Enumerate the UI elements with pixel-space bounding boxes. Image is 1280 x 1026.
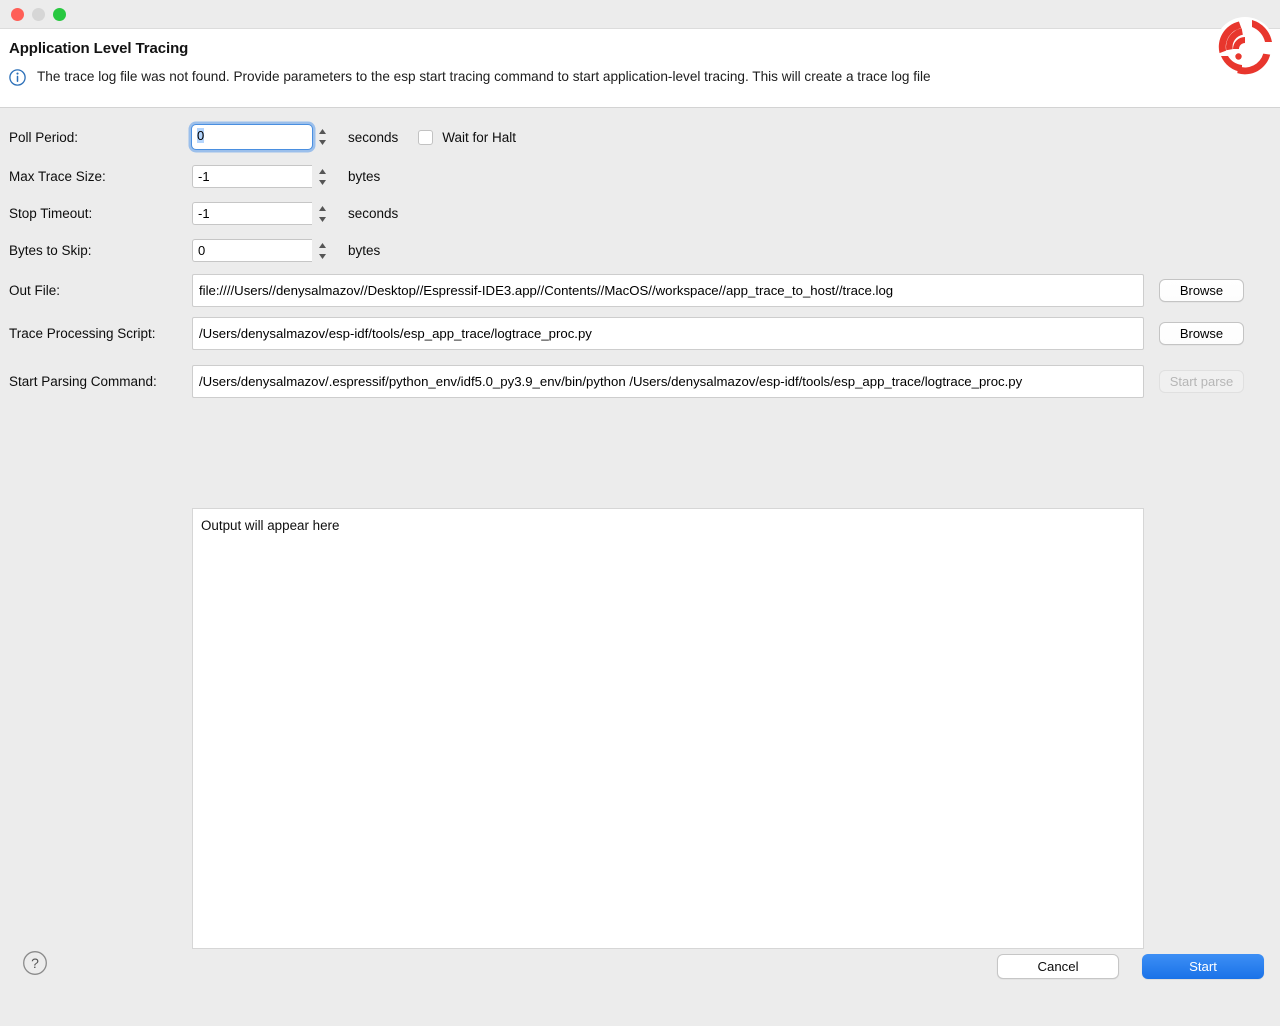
dialog-header: Application Level Tracing The trace log … [0,17,1280,108]
espressif-logo [1214,16,1276,78]
output-console-text: Output will appear here [201,518,340,533]
bytes-to-skip-spinner[interactable]: 0 [192,239,330,262]
out-file-input[interactable]: file:////Users//denysalmazov//Desktop//E… [192,274,1144,307]
wait-for-halt-checkbox-wrap[interactable]: Wait for Halt [418,129,517,145]
cancel-button[interactable]: Cancel [997,954,1119,979]
poll-period-unit: seconds [348,129,399,145]
stop-timeout-spinner[interactable]: -1 [192,202,330,225]
svg-text:?: ? [31,955,39,971]
info-circle-icon [9,69,26,86]
max-trace-size-stepper[interactable] [315,165,330,188]
header-message-row: The trace log file was not found. Provid… [9,67,1280,86]
trace-processing-script-label: Trace Processing Script: [9,326,156,341]
window-titlebar [0,0,1280,28]
output-console[interactable]: Output will appear here [192,508,1144,949]
max-trace-size-unit: bytes [348,169,381,184]
field-row-max-trace-size: Max Trace Size: -1 bytes [9,165,380,188]
poll-period-spinner[interactable]: 0 [192,125,330,149]
field-row-poll-period: Poll Period: 0 seconds Wait for Halt [9,125,516,149]
dialog-footer: ? Cancel Start [0,922,1280,1000]
wait-for-halt-checkbox[interactable] [418,129,434,145]
window-minimize-button[interactable] [32,7,45,21]
window-close-button[interactable] [11,7,24,21]
max-trace-size-label: Max Trace Size: [9,169,106,184]
out-file-browse-button[interactable]: Browse [1159,279,1244,302]
start-parsing-command-label: Start Parsing Command: [9,374,157,389]
footer-button-group: Cancel Start [997,954,1264,979]
field-row-stop-timeout: Stop Timeout: -1 seconds [9,202,398,225]
stop-timeout-stepper[interactable] [315,202,330,225]
stop-timeout-unit: seconds [348,206,399,221]
poll-period-stepper[interactable] [315,126,330,149]
header-message-text: The trace log file was not found. Provid… [37,69,931,84]
page-title: Application Level Tracing [9,40,189,57]
window-zoom-button[interactable] [53,7,66,21]
field-row-bytes-to-skip: Bytes to Skip: 0 bytes [9,239,380,262]
help-icon[interactable]: ? [22,950,48,976]
trace-processing-script-input[interactable]: /Users/denysalmazov/esp-idf/tools/esp_ap… [192,317,1144,350]
dialog-body: Poll Period: 0 seconds Wait for Halt Max… [0,108,1280,1000]
bytes-to-skip-stepper[interactable] [315,239,330,262]
wait-for-halt-label: Wait for Halt [442,129,517,145]
trace-processing-script-browse-button[interactable]: Browse [1159,322,1244,345]
poll-period-value: 0 [197,128,205,143]
max-trace-size-spinner[interactable]: -1 [192,165,330,188]
field-row-out-file: Out File: file:////Users//denysalmazov//… [9,274,1244,307]
poll-period-label: Poll Period: [9,129,79,145]
start-button[interactable]: Start [1142,954,1264,979]
bytes-to-skip-input[interactable]: 0 [192,239,312,262]
stop-timeout-label: Stop Timeout: [9,206,93,221]
field-row-start-parsing-command: Start Parsing Command: /Users/denysalmaz… [9,365,1244,398]
stop-timeout-input[interactable]: -1 [192,202,312,225]
start-parse-button[interactable]: Start parse [1159,370,1244,393]
poll-period-input[interactable]: 0 [192,125,312,149]
field-row-trace-processing-script: Trace Processing Script: /Users/denysalm… [9,317,1244,350]
start-parsing-command-input[interactable]: /Users/denysalmazov/.espressif/python_en… [192,365,1144,398]
bytes-to-skip-unit: bytes [348,243,381,258]
bytes-to-skip-label: Bytes to Skip: [9,243,92,258]
out-file-label: Out File: [9,283,61,298]
max-trace-size-input[interactable]: -1 [192,165,312,188]
